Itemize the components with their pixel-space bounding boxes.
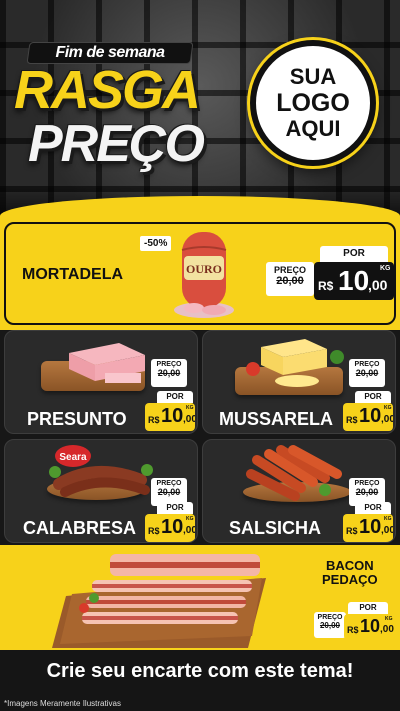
unit-label: KG <box>186 516 194 522</box>
featured-card-mortadela[interactable]: MORTADELA OURO -50% PREÇO 20,00 POR R$ 1… <box>4 222 396 325</box>
product-name: SALSICHA <box>229 518 322 538</box>
price-integer: 10 <box>161 405 184 427</box>
old-price-label: PREÇO <box>156 480 182 487</box>
price-integer: 10 <box>161 516 184 538</box>
price-main: R$ 10 ,00 KG <box>314 262 394 300</box>
mortadela-illustration: OURO <box>174 232 234 318</box>
currency: R$ <box>148 415 160 425</box>
price-main: R$ 10 ,00 KG <box>344 614 394 640</box>
price-decimal: ,00 <box>183 525 195 536</box>
presunto-illustration <box>69 343 145 383</box>
unit-label: KG <box>385 616 393 622</box>
old-price-label: PREÇO <box>273 265 306 275</box>
product-name: PRESUNTO <box>27 409 127 429</box>
svg-text:Seara: Seara <box>59 452 87 463</box>
product-card-mussarela[interactable]: MUSSARELA PREÇO 20,00 POR R$ 10 ,00 KG <box>202 330 396 434</box>
product-card-salsicha[interactable]: SALSICHA PREÇO 20,00 POR R$ 10 ,00 KG <box>202 439 396 543</box>
price-main: R$ 10 ,00 KG <box>343 403 393 431</box>
old-price-box: PREÇO 20,00 <box>314 612 346 638</box>
por-label: POR <box>157 391 193 403</box>
price-main: R$ 10 ,00 KG <box>145 403 195 431</box>
product-card-presunto[interactable]: PRESUNTO PREÇO 20,00 POR R$ 10 ,00 KG <box>4 330 198 434</box>
price-main: R$ 10 ,00 KG <box>343 514 393 542</box>
product-name: MORTADELA <box>22 266 124 283</box>
old-price-box: PREÇO 20,00 <box>349 359 385 387</box>
logo-line-2: LOGO <box>276 89 350 117</box>
currency: R$ <box>346 415 358 425</box>
title-preco: PREÇO <box>28 115 205 173</box>
disclaimer-text: *Imagens Meramente Ilustrativas <box>4 699 121 708</box>
currency: R$ <box>318 279 334 293</box>
logo-placeholder[interactable]: SUA LOGO AQUI <box>250 40 376 166</box>
cta-text[interactable]: Crie seu encarte com este tema! <box>0 660 400 683</box>
por-label: POR <box>355 391 391 403</box>
price-integer: 10 <box>359 516 382 538</box>
unit-label: KG <box>186 405 194 411</box>
product-card-bacon[interactable]: BACON PEDAÇO PREÇO 20,00 POR R$ 10 ,00 K… <box>4 548 396 650</box>
old-price-value: 20,00 <box>355 487 379 497</box>
price-integer: 10 <box>359 405 382 427</box>
price-decimal: ,00 <box>381 414 393 425</box>
old-price-box: PREÇO 20,00 <box>151 359 187 387</box>
svg-text:OURO: OURO <box>186 262 222 276</box>
logo-line-3: AQUI <box>285 116 341 141</box>
old-price-label: PREÇO <box>354 361 380 368</box>
mussarela-illustration <box>246 339 344 387</box>
por-label: POR <box>355 502 391 514</box>
product-card-calabresa[interactable]: Seara CALABRESA PREÇO 20,00 POR R$ 10 ,0… <box>4 439 198 543</box>
mortadela-image: OURO <box>174 230 236 320</box>
product-name-line-1: BACON <box>326 558 374 573</box>
price-main: R$ 10 ,00 KG <box>145 514 195 542</box>
price-decimal: ,00 <box>380 624 394 635</box>
old-price-value: 20,00 <box>157 368 181 378</box>
bacon-illustration <box>52 554 266 648</box>
unit-label: KG <box>384 516 392 522</box>
unit-label: KG <box>380 265 391 272</box>
old-price-label: PREÇO <box>156 361 182 368</box>
currency: R$ <box>346 526 358 536</box>
title-rasga: RASGA <box>14 60 201 120</box>
old-price-value: 20,00 <box>355 368 379 378</box>
old-price-box: PREÇO 20,00 <box>266 262 314 296</box>
discount-badge: -50% <box>140 236 172 251</box>
product-name-line-2: PEDAÇO <box>322 572 378 587</box>
old-price-value: 20,00 <box>276 275 304 287</box>
price-decimal: ,00 <box>183 414 195 425</box>
logo-line-1: SUA <box>289 64 337 89</box>
unit-label: KG <box>384 405 392 411</box>
product-name: CALABRESA <box>23 518 137 538</box>
currency: R$ <box>148 526 160 536</box>
price-decimal: ,00 <box>368 277 388 293</box>
currency: R$ <box>347 625 359 635</box>
price-integer: 10 <box>338 265 370 296</box>
price-integer: 10 <box>360 616 381 636</box>
por-label: POR <box>348 602 388 614</box>
old-price-label: PREÇO <box>317 614 343 621</box>
calabresa-illustration: Seara <box>49 445 153 497</box>
old-price-label: PREÇO <box>354 480 380 487</box>
old-price-value: 20,00 <box>157 487 181 497</box>
price-decimal: ,00 <box>381 525 393 536</box>
por-label: POR <box>157 502 193 514</box>
product-name: MUSSARELA <box>219 409 334 429</box>
salsicha-illustration <box>246 445 342 501</box>
por-label: POR <box>320 246 388 262</box>
old-price-value: 20,00 <box>319 621 341 630</box>
